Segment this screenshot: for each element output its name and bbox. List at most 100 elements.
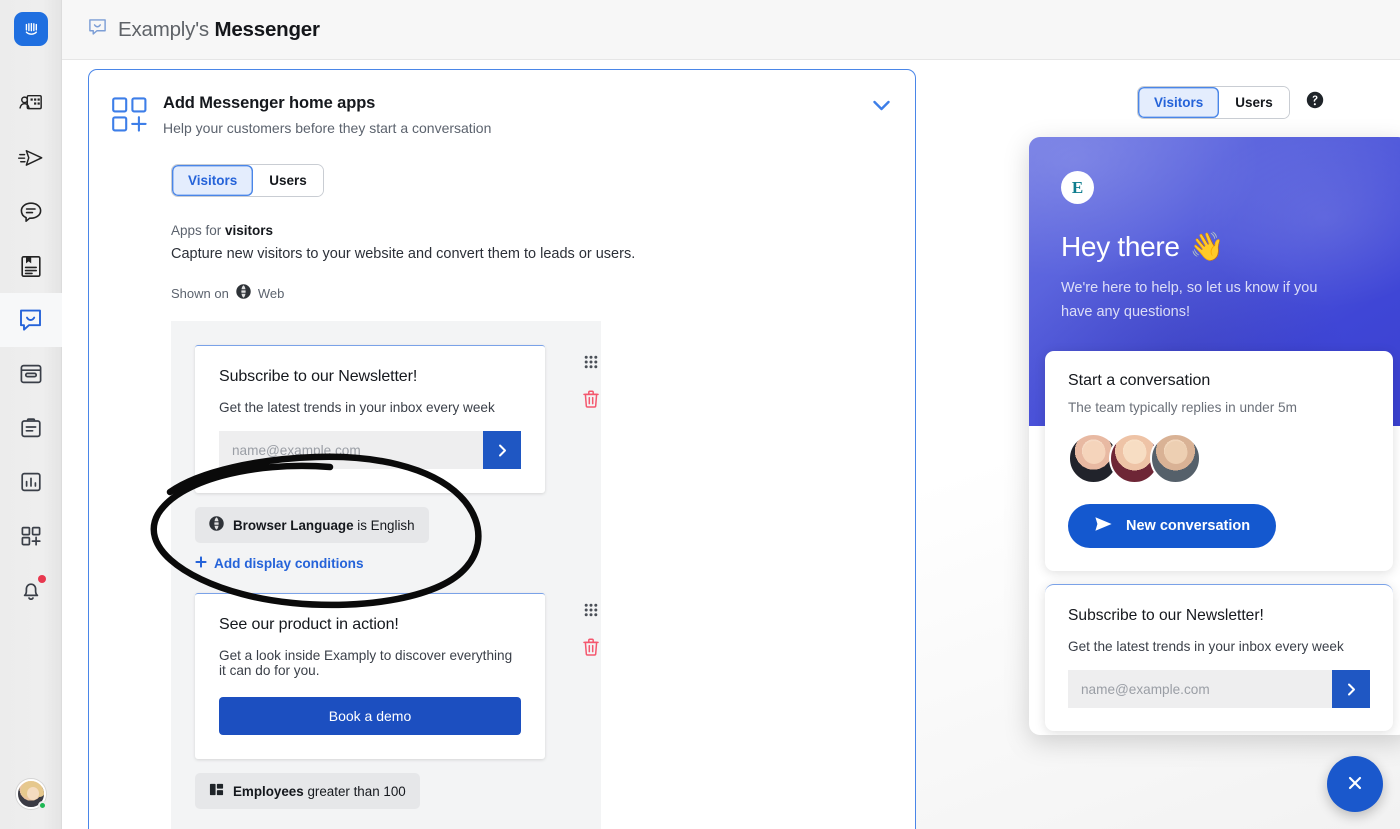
messenger-close-button[interactable] (1327, 756, 1383, 812)
preview-newsletter-email-row (1068, 670, 1370, 708)
add-display-conditions-label: Add display conditions (214, 556, 364, 571)
newsletter-submit-button[interactable] (483, 431, 521, 469)
intercom-logo-icon[interactable] (13, 12, 48, 46)
sidebar-item-outbound[interactable] (0, 131, 62, 185)
send-icon (1094, 516, 1113, 536)
body-area: Add Messenger home apps Help your custom… (62, 60, 1400, 829)
preview-newsletter-subtitle: Get the latest trends in your inbox ever… (1068, 639, 1344, 654)
editor-audience-toggle: Visitors Users (171, 164, 324, 197)
waving-hand-icon: 👋 (1189, 231, 1225, 262)
home-apps-editor-card: Add Messenger home apps Help your custom… (88, 69, 916, 829)
speech-bubble-icon (88, 18, 107, 42)
topbar: Examply's Messenger (62, 0, 1400, 60)
start-conversation-card: Start a conversation The team typically … (1045, 351, 1393, 571)
help-circle-icon[interactable] (1306, 91, 1324, 114)
sidebar-item-messenger[interactable] (0, 293, 62, 347)
close-icon (1345, 773, 1365, 796)
avatar (1150, 433, 1201, 484)
shown-on-row: Shown on Web (171, 284, 915, 302)
sidebar-item-contacts[interactable] (0, 77, 62, 131)
apps-plus-icon (111, 94, 163, 139)
preview-header: Visitors Users (1137, 86, 1324, 119)
teammate-avatars (1068, 433, 1370, 484)
demo-tools (583, 603, 599, 661)
home-app-block-newsletter: Subscribe to our Newsletter! Get the lat… (195, 345, 599, 571)
demo-app-card[interactable]: See our product in action! Get a look in… (195, 593, 545, 759)
notification-badge (37, 575, 46, 583)
apps-for-value: visitors (225, 223, 274, 238)
newsletter-title: Subscribe to our Newsletter! (219, 368, 418, 385)
add-display-conditions-button[interactable]: Add display conditions (195, 556, 599, 571)
page-title: Examply's Messenger (118, 18, 320, 42)
plus-icon (195, 556, 207, 571)
preview-email-field[interactable] (1068, 670, 1332, 708)
messenger-greeting-subtitle: We're here to help, so let us know if yo… (1061, 280, 1318, 320)
online-status-dot (37, 801, 47, 810)
condition-attribute: Employees (233, 783, 304, 799)
drag-handle-icon[interactable] (584, 603, 598, 622)
tab-users[interactable]: Users (253, 165, 323, 196)
messenger-greeting: Hey there 👋 (1061, 230, 1377, 263)
page-title-main: Messenger (214, 17, 320, 41)
condition-predicate: is English (353, 517, 415, 533)
company-icon (209, 782, 224, 800)
shown-on-label: Shown on (171, 285, 229, 301)
sidebar-item-reports[interactable] (0, 455, 62, 509)
drag-handle-icon[interactable] (584, 355, 598, 374)
app-root: Examply's Messenger Add Messenger home a… (0, 0, 1400, 829)
apps-stage: Subscribe to our Newsletter! Get the lat… (171, 321, 601, 829)
home-app-block-demo: See our product in action! Get a look in… (195, 593, 599, 809)
preview-audience-toggle: Visitors Users (1137, 86, 1290, 119)
preview-newsletter-card: Subscribe to our Newsletter! Get the lat… (1045, 584, 1393, 731)
block-gap (171, 571, 601, 593)
trash-icon[interactable] (583, 638, 599, 661)
apps-for-prefix: Apps for (171, 223, 226, 238)
email-field[interactable] (219, 431, 483, 469)
trash-icon[interactable] (583, 390, 599, 413)
preview-newsletter-submit-button[interactable] (1332, 670, 1370, 708)
book-a-demo-button[interactable]: Book a demo (219, 697, 521, 735)
sidebar-item-tickets[interactable] (0, 401, 62, 455)
preview-tab-visitors[interactable]: Visitors (1138, 87, 1220, 118)
globe-icon (236, 284, 251, 302)
apps-description: Capture new visitors to your website and… (171, 246, 636, 262)
new-conversation-button[interactable]: New conversation (1068, 504, 1277, 548)
page-title-owner: Examply's (118, 17, 209, 41)
display-condition-chip-employees[interactable]: Employees greater than 100 (195, 773, 420, 809)
reply-time-text: The team typically replies in under 5m (1068, 400, 1297, 415)
sidebar-item-articles[interactable] (0, 239, 62, 293)
globe-icon (209, 516, 224, 534)
new-conversation-label: New conversation (1126, 518, 1251, 534)
newsletter-subtitle: Get the latest trends in your inbox ever… (219, 400, 495, 415)
newsletter-tools (583, 355, 599, 413)
demo-title: See our product in action! (219, 616, 399, 633)
chevron-down-icon[interactable] (861, 94, 891, 139)
newsletter-email-row (219, 431, 521, 469)
avatar[interactable] (0, 767, 62, 821)
left-nav-rail (0, 0, 62, 829)
preview-column: Visitors Users E Hey there 👋 We're here … (916, 60, 1400, 829)
messenger-greeting-text: Hey there (1061, 230, 1180, 262)
tab-visitors[interactable]: Visitors (172, 165, 254, 196)
preview-newsletter-title: Subscribe to our Newsletter! (1068, 607, 1264, 624)
demo-subtitle: Get a look inside Examply to discover ev… (219, 648, 513, 678)
main-area: Examply's Messenger Add Messenger home a… (62, 0, 1400, 829)
editor-card-subtitle: Help your customers before they start a … (163, 120, 492, 136)
editor-card-title: Add Messenger home apps (163, 94, 376, 112)
messenger-preview: E Hey there 👋 We're here to help, so let… (1029, 137, 1400, 735)
newsletter-app-card[interactable]: Subscribe to our Newsletter! Get the lat… (195, 345, 545, 493)
preview-tab-users[interactable]: Users (1219, 87, 1289, 118)
start-conversation-title: Start a conversation (1068, 372, 1211, 389)
editor-column: Add Messenger home apps Help your custom… (62, 60, 916, 829)
sidebar-item-conversations[interactable] (0, 185, 62, 239)
sidebar-item-apps[interactable] (0, 509, 62, 563)
display-condition-chip-language[interactable]: Browser Language is English (195, 507, 429, 543)
brand-logo-icon: E (1061, 171, 1094, 204)
sidebar-item-notifications[interactable] (0, 563, 62, 617)
editor-card-header: Add Messenger home apps Help your custom… (89, 70, 915, 139)
shown-on-value: Web (257, 285, 285, 301)
condition-attribute: Browser Language (233, 517, 354, 533)
sidebar-item-inbox[interactable] (0, 347, 62, 401)
apps-for-label: Apps for visitors (171, 223, 915, 238)
condition-predicate: greater than 100 (303, 783, 406, 799)
